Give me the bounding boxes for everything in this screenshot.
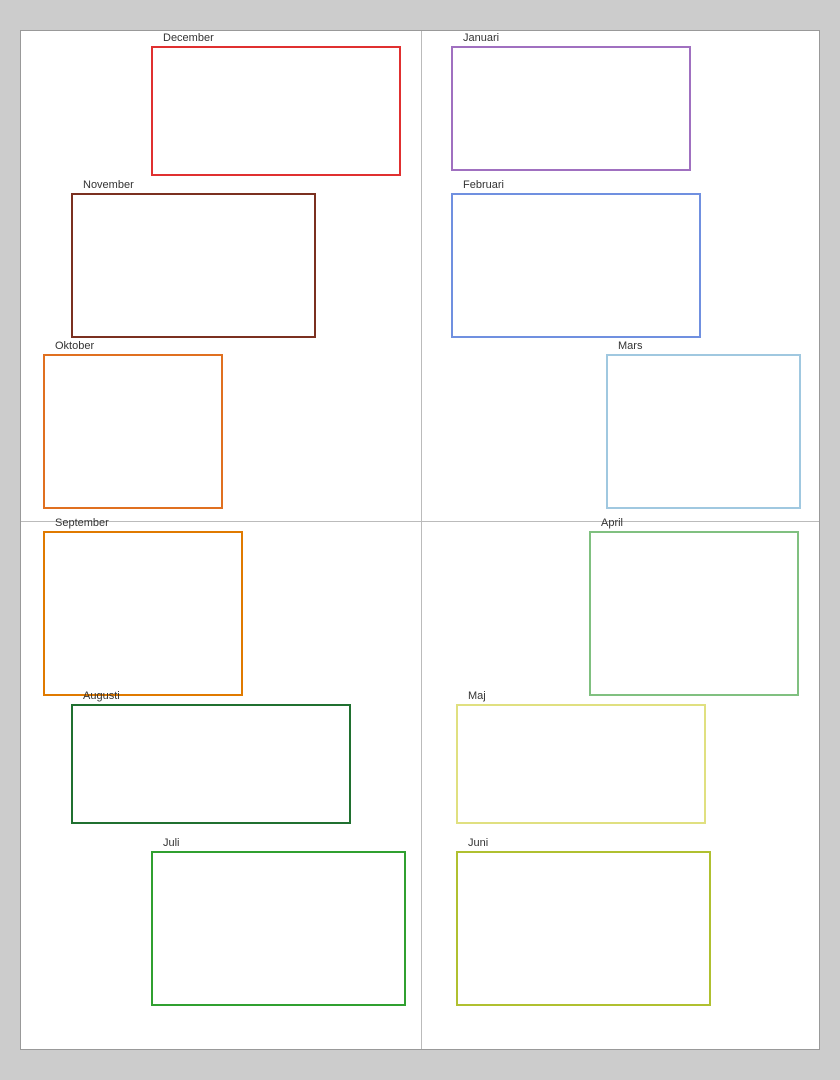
month-label-december: December — [163, 32, 214, 44]
month-wheel — [231, 351, 521, 641]
month-label-juli: Juli — [163, 837, 180, 849]
month-box-april: April — [589, 531, 799, 696]
month-label-januari: Januari — [463, 32, 499, 44]
month-label-juni: Juni — [468, 837, 488, 849]
month-label-februari: Februari — [463, 179, 504, 191]
month-label-augusti: Augusti — [83, 690, 120, 702]
month-label-maj: Maj — [468, 690, 486, 702]
month-box-januari: Januari — [451, 46, 691, 171]
month-label-oktober: Oktober — [55, 340, 94, 352]
month-box-november: November — [71, 193, 316, 338]
wheel-svg — [231, 351, 521, 641]
month-box-mars: Mars — [606, 354, 801, 509]
month-box-september: September — [43, 531, 243, 696]
month-box-juni: Juni — [456, 851, 711, 1006]
month-label-april: April — [601, 517, 623, 529]
month-label-mars: Mars — [618, 340, 642, 352]
month-box-oktober: Oktober — [43, 354, 223, 509]
month-box-juli: Juli — [151, 851, 406, 1006]
month-box-augusti: Augusti — [71, 704, 351, 824]
month-box-maj: Maj — [456, 704, 706, 824]
month-box-december: December — [151, 46, 401, 176]
calendar-page: December Januari November Februari Oktober Ma… — [20, 30, 820, 1050]
month-box-februari: Februari — [451, 193, 701, 338]
month-label-september: September — [55, 517, 109, 529]
month-label-november: November — [83, 179, 134, 191]
